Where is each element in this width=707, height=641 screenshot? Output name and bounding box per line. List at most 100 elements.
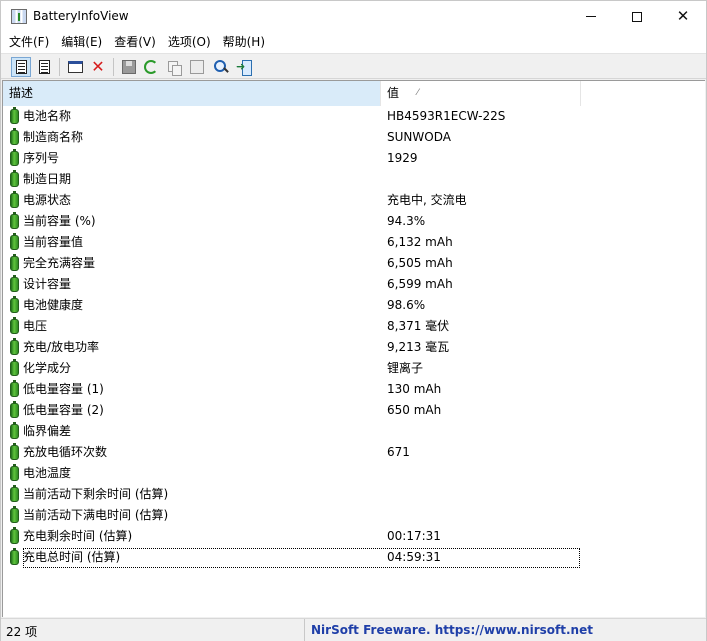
toolbar: ✕ [1, 53, 706, 79]
list-item[interactable]: 充电总时间 (估算) 04:59:31 [3, 547, 705, 568]
row-description: 充电/放电功率 [23, 340, 100, 354]
battery-icon [10, 485, 19, 502]
refresh-button[interactable] [141, 57, 161, 77]
list-item[interactable]: 完全充满容量 6,505 mAh [3, 253, 705, 274]
window-icon [67, 61, 83, 73]
battery-icon [10, 254, 19, 271]
row-description: 当前容量 (%) [23, 214, 96, 228]
list-item[interactable]: 制造日期 [3, 169, 705, 190]
row-description: 设计容量 [23, 277, 72, 291]
close-icon: ✕ [676, 7, 690, 25]
list-item[interactable]: 电池温度 [3, 463, 705, 484]
exit-button[interactable] [234, 57, 254, 77]
battery-icon [10, 296, 19, 313]
save-button[interactable] [119, 57, 139, 77]
list-item[interactable]: 当前容量值 6,132 mAh [3, 232, 705, 253]
row-description: 电池名称 [23, 109, 72, 123]
minimize-icon [586, 16, 596, 17]
focus-rectangle [23, 548, 580, 568]
title-bar[interactable]: BatteryInfoView ✕ [1, 1, 706, 32]
battery-icon [10, 527, 19, 544]
battery-icon [10, 149, 19, 166]
menu-view[interactable]: 查看(V) [108, 32, 162, 53]
minimize-button[interactable] [568, 1, 614, 32]
list-item[interactable]: 化学成分 锂离子 [3, 358, 705, 379]
row-value: 8,371 毫伏 [387, 319, 450, 333]
row-value: 130 mAh [387, 382, 442, 396]
row-description: 当前容量值 [23, 235, 84, 249]
menu-options[interactable]: 选项(O) [162, 32, 217, 53]
delete-icon: ✕ [91, 57, 105, 76]
list-item[interactable]: 当前容量 (%) 94.3% [3, 211, 705, 232]
row-value: 00:17:31 [387, 529, 441, 543]
refresh-icon [144, 60, 158, 74]
list-item[interactable]: 电源状态 充电中, 交流电 [3, 190, 705, 211]
list-item[interactable]: 当前活动下满电时间 (估算) [3, 505, 705, 526]
list-item[interactable]: 低电量容量 (2) 650 mAh [3, 400, 705, 421]
list-item[interactable]: 充放电循环次数 671 [3, 442, 705, 463]
maximize-icon [632, 11, 642, 22]
find-icon [213, 59, 229, 75]
list-item[interactable]: 电池名称 HB4593R1ECW-22S [3, 106, 705, 127]
window-button[interactable] [65, 57, 85, 77]
battery-info-mode-button[interactable] [11, 57, 31, 77]
row-description: 当前活动下剩余时间 (估算) [23, 487, 169, 501]
copy-button[interactable] [164, 57, 184, 77]
column-header-description[interactable]: 描述 [3, 81, 381, 106]
battery-icon [10, 233, 19, 250]
list-item[interactable]: 设计容量 6,599 mAh [3, 274, 705, 295]
exit-icon [236, 59, 252, 76]
row-description: 低电量容量 (1) [23, 382, 104, 396]
battery-icon [10, 380, 19, 397]
close-button[interactable]: ✕ [660, 1, 706, 32]
row-value: 锂离子 [387, 361, 424, 375]
list-item[interactable]: 充电剩余时间 (估算) 00:17:31 [3, 526, 705, 547]
battery-icon [10, 191, 19, 208]
toolbar-separator [59, 58, 60, 76]
battery-icon [10, 422, 19, 439]
battery-info-list[interactable]: 描述 值 ⁄ 电池名称 HB4593R1ECW-22S 制造商名称 SUNWODA 序列号… [2, 80, 705, 617]
battery-info-mode-icon [15, 60, 27, 74]
row-description: 电源状态 [23, 193, 72, 207]
properties-button[interactable] [187, 57, 207, 77]
row-value: 650 mAh [387, 403, 442, 417]
list-item[interactable]: 电压 8,371 毫伏 [3, 316, 705, 337]
battery-log-mode-button[interactable] [34, 57, 54, 77]
battery-icon [10, 464, 19, 481]
list-item[interactable]: 当前活动下剩余时间 (估算) [3, 484, 705, 505]
menu-bar: 文件(F) 编辑(E) 查看(V) 选项(O) 帮助(H) [1, 32, 706, 53]
list-rows: 电池名称 HB4593R1ECW-22S 制造商名称 SUNWODA 序列号 1929 制造… [3, 106, 705, 568]
menu-help[interactable]: 帮助(H) [217, 32, 271, 53]
row-value: 98.6% [387, 298, 426, 312]
list-item[interactable]: 序列号 1929 [3, 148, 705, 169]
battery-icon [10, 275, 19, 292]
maximize-button[interactable] [614, 1, 660, 32]
list-item[interactable]: 充电/放电功率 9,213 毫瓦 [3, 337, 705, 358]
list-item[interactable]: 制造商名称 SUNWODA [3, 127, 705, 148]
column-header-description-label: 描述 [9, 86, 34, 100]
row-value: 94.3% [387, 214, 426, 228]
nirsoft-link[interactable]: NirSoft Freeware. https://www.nirsoft.ne… [304, 619, 706, 641]
row-description: 制造商名称 [23, 130, 84, 144]
find-button[interactable] [211, 57, 231, 77]
column-header-value[interactable]: 值 ⁄ [381, 81, 581, 106]
list-item[interactable]: 临界偏差 [3, 421, 705, 442]
menu-file[interactable]: 文件(F) [3, 32, 55, 53]
row-description: 制造日期 [23, 172, 72, 186]
battery-log-mode-icon [38, 60, 50, 74]
item-count: 22 项 [6, 625, 38, 639]
row-description: 低电量容量 (2) [23, 403, 104, 417]
battery-app-icon [11, 9, 27, 24]
save-icon [122, 60, 136, 74]
row-description: 当前活动下满电时间 (估算) [23, 508, 169, 522]
list-item[interactable]: 低电量容量 (1) 130 mAh [3, 379, 705, 400]
row-description: 充电剩余时间 (估算) [23, 529, 133, 543]
battery-icon [10, 443, 19, 460]
row-value: 6,599 mAh [387, 277, 453, 291]
delete-button[interactable]: ✕ [88, 57, 108, 77]
row-value: 充电中, 交流电 [387, 193, 467, 207]
list-item[interactable]: 电池健康度 98.6% [3, 295, 705, 316]
battery-icon [10, 548, 19, 565]
menu-edit[interactable]: 编辑(E) [55, 32, 108, 53]
row-value: 6,132 mAh [387, 235, 453, 249]
